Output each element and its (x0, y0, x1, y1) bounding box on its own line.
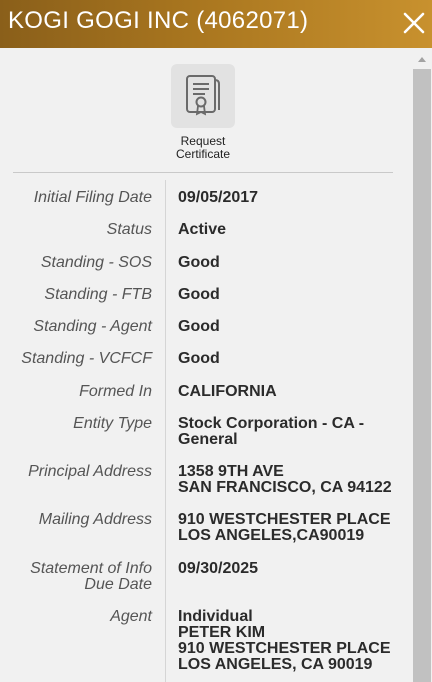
close-icon (403, 12, 425, 34)
detail-label: Initial Filing Date (33, 189, 152, 206)
detail-value: Good (178, 350, 220, 367)
detail-value: CALIFORNIA (178, 383, 277, 400)
request-certificate-label-line-2: Certificate (175, 147, 231, 161)
entity-title: KOGI GOGI INC (4062071) (8, 7, 309, 34)
detail-value: 09/05/2017 (178, 189, 259, 206)
detail-label: Standing - VCFCF (21, 350, 152, 367)
detail-label: Standing - Agent (33, 318, 152, 335)
detail-value: Stock Corporation - CA - General (178, 415, 365, 448)
detail-label: Statement of Info Due Date (10, 561, 152, 593)
detail-value: Good (178, 254, 220, 271)
close-button[interactable] (396, 4, 432, 42)
detail-value: Good (178, 318, 220, 335)
detail-label: Principal Address (28, 463, 152, 480)
scroll-thumb[interactable] (413, 69, 431, 682)
detail-value: Good (178, 286, 220, 303)
detail-label: Agent (110, 608, 152, 625)
scroll-up-arrow-icon[interactable] (418, 57, 426, 62)
column-separator (165, 180, 166, 682)
request-certificate-label-line-1: Request (180, 134, 226, 148)
detail-label: Mailing Address (38, 511, 152, 528)
detail-value: Active (178, 221, 227, 238)
request-certificate-button[interactable]: Request Certificate (150, 64, 256, 164)
detail-label: Entity Type (73, 415, 152, 432)
certificate-icon (186, 75, 220, 116)
detail-label: Standing - FTB (44, 286, 152, 303)
panel-header: KOGI GOGI INC (4062071) (0, 0, 432, 48)
certificate-icon-box (171, 64, 235, 128)
detail-panel: Request Certificate Initial Filing Date … (0, 48, 413, 682)
detail-label-line: Due Date (84, 576, 152, 593)
detail-label-line: Statement of Info (30, 560, 152, 577)
detail-value: 1358 9TH AVE SAN FRANCISCO, CA 94122 (178, 463, 392, 496)
detail-label: Status (106, 221, 152, 238)
divider (13, 172, 393, 173)
scrollbar[interactable] (413, 48, 432, 682)
detail-label: Standing - SOS (40, 254, 152, 271)
detail-value: 09/30/2025 (178, 560, 259, 577)
request-certificate-label: Request Certificate (150, 135, 256, 161)
detail-value: 910 WESTCHESTER PLACE LOS ANGELES,CA9001… (178, 511, 391, 544)
detail-value: Individual PETER KIM 910 WESTCHESTER PLA… (178, 608, 391, 673)
detail-label: Formed In (79, 383, 152, 400)
